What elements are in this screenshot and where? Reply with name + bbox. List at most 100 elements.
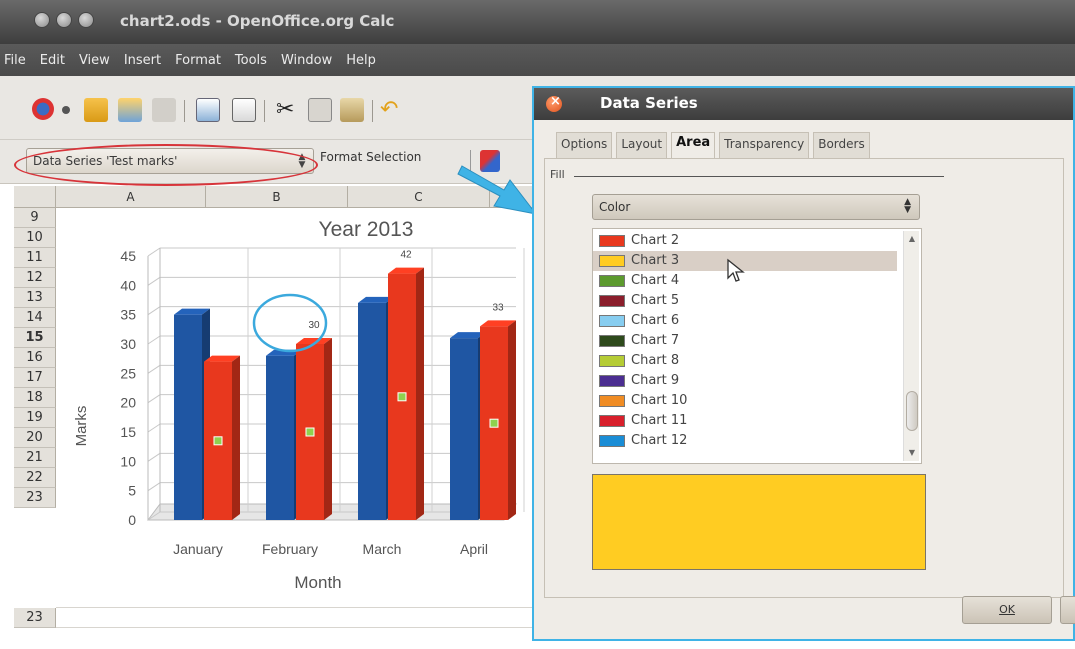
tab-area[interactable]: Area: [671, 132, 716, 158]
color-name: Chart 9: [631, 373, 680, 388]
paste-icon[interactable]: [340, 98, 364, 122]
row-header[interactable]: 9: [14, 208, 56, 228]
color-list[interactable]: Chart 2 Chart 3 Chart 4 Chart 5 Chart 6 Chart…: [592, 228, 922, 464]
close-window-button[interactable]: [34, 12, 50, 28]
email-icon[interactable]: [152, 98, 176, 122]
print-icon[interactable]: [232, 98, 256, 122]
color-list-item[interactable]: Chart 9: [593, 371, 897, 391]
bar: [358, 302, 386, 520]
color-name: Chart 10: [631, 393, 688, 408]
copy-icon[interactable]: [308, 98, 332, 122]
menu-help[interactable]: Help: [346, 53, 376, 68]
color-swatch: [599, 315, 625, 327]
bar-side: [416, 267, 424, 520]
minimize-window-button[interactable]: [56, 12, 72, 28]
row-header[interactable]: 13: [14, 288, 56, 308]
tab-transparency[interactable]: Transparency: [719, 132, 810, 158]
maximize-window-button[interactable]: [78, 12, 94, 28]
selection-handle: [305, 427, 315, 437]
x-tick-label: February: [262, 541, 318, 557]
scroll-thumb[interactable]: [906, 391, 918, 431]
menu-file[interactable]: File: [4, 53, 26, 68]
tab-options[interactable]: Options: [556, 132, 613, 158]
color-swatch: [599, 375, 625, 387]
open-folder-icon[interactable]: [84, 98, 108, 122]
color-list-item[interactable]: Chart 8: [593, 351, 897, 371]
y-axis-title[interactable]: Marks: [73, 406, 90, 447]
highlight-annotation-ellipse: [14, 144, 318, 186]
scroll-up-icon[interactable]: ▲: [906, 233, 918, 245]
corner-header[interactable]: [14, 186, 56, 208]
row-header[interactable]: 23: [14, 488, 56, 508]
menu-tools[interactable]: Tools: [235, 53, 267, 68]
menu-edit[interactable]: Edit: [40, 53, 65, 68]
data-label: 30: [308, 320, 320, 331]
row-header[interactable]: 12: [14, 268, 56, 288]
data-series-dialog: Data Series Options Layout Area Transpar…: [532, 86, 1075, 641]
y-tick-label: 0: [128, 512, 136, 528]
window-titlebar: chart2.ods - OpenOffice.org Calc: [0, 0, 1075, 44]
chart-title[interactable]: Year 2013: [319, 218, 414, 241]
color-list-item[interactable]: Chart 11: [593, 411, 897, 431]
toolbar-separator: [184, 100, 185, 122]
row-header-active[interactable]: 15: [14, 328, 56, 348]
data-label: 42: [400, 250, 412, 261]
column-header-a[interactable]: A: [56, 186, 206, 208]
color-list-item[interactable]: Chart 5: [593, 291, 897, 311]
row-header[interactable]: 14: [14, 308, 56, 328]
window-controls: [34, 12, 104, 32]
selection-handle: [397, 392, 407, 402]
color-swatch: [599, 415, 625, 427]
edit-file-icon[interactable]: [196, 98, 220, 122]
color-list-scrollbar[interactable]: ▲ ▼: [903, 231, 919, 461]
cancel-button[interactable]: [1060, 596, 1075, 624]
scroll-down-icon[interactable]: ▼: [906, 447, 918, 459]
bar: [266, 355, 294, 520]
y-tick-label: 25: [120, 365, 136, 381]
menu-bar: File Edit View Insert Format Tools Windo…: [0, 44, 1075, 76]
row-header[interactable]: 19: [14, 408, 56, 428]
bar-side: [508, 320, 516, 520]
save-icon[interactable]: [118, 98, 142, 122]
y-tick-label: 35: [120, 307, 136, 323]
bar-side: [324, 338, 332, 520]
row-header[interactable]: 10: [14, 228, 56, 248]
close-dialog-icon[interactable]: [546, 94, 562, 112]
color-list-item[interactable]: Chart 10: [593, 391, 897, 411]
row-header[interactable]: 18: [14, 388, 56, 408]
row-header[interactable]: 23: [14, 608, 56, 628]
color-preview: [592, 474, 926, 570]
window-title: chart2.ods - OpenOffice.org Calc: [120, 12, 395, 30]
x-axis-title[interactable]: Month: [294, 573, 341, 592]
row-header[interactable]: 21: [14, 448, 56, 468]
row-header[interactable]: 11: [14, 248, 56, 268]
y-tick-label: 15: [120, 424, 136, 440]
row-header[interactable]: 20: [14, 428, 56, 448]
row-header[interactable]: 16: [14, 348, 56, 368]
tab-borders[interactable]: Borders: [813, 132, 870, 158]
undo-icon[interactable]: ↶: [380, 98, 404, 122]
color-list-item[interactable]: Chart 7: [593, 331, 897, 351]
embedded-chart[interactable]: Year 2013 0 5 10 15 20 25 30 35 40 45 30 42 33 Janu…: [56, 208, 526, 606]
mouse-cursor-icon: [727, 258, 745, 282]
grid-line: [56, 607, 554, 608]
ok-button[interactable]: OK: [962, 596, 1052, 624]
color-list-item[interactable]: Chart 12: [593, 431, 897, 451]
color-list-item[interactable]: Chart 6: [593, 311, 897, 331]
dropdown-dot-icon[interactable]: [62, 106, 70, 114]
format-selection-button[interactable]: Format Selection: [320, 150, 421, 164]
cut-icon[interactable]: ✂: [276, 98, 300, 122]
color-swatch: [599, 335, 625, 347]
column-header-b[interactable]: B: [206, 186, 348, 208]
new-document-icon[interactable]: [32, 98, 54, 120]
menu-window[interactable]: Window: [281, 53, 332, 68]
color-swatch: [599, 395, 625, 407]
color-list-item[interactable]: Chart 2: [593, 231, 897, 251]
tab-layout[interactable]: Layout: [616, 132, 668, 158]
row-header[interactable]: 22: [14, 468, 56, 488]
menu-view[interactable]: View: [79, 53, 110, 68]
row-header[interactable]: 17: [14, 368, 56, 388]
menu-insert[interactable]: Insert: [124, 53, 161, 68]
fill-type-select[interactable]: Color ▲ ▼: [592, 194, 920, 220]
menu-format[interactable]: Format: [175, 53, 221, 68]
